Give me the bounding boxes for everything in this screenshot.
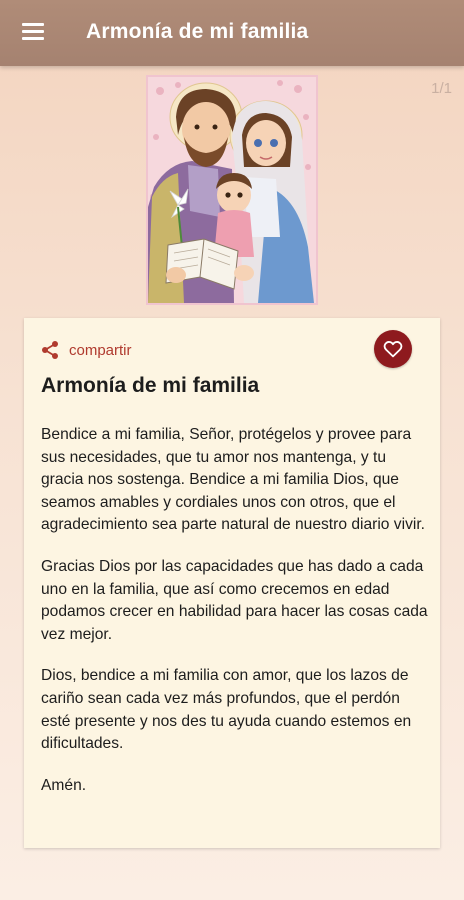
prayer-card: compartir Armonía de mi familia Bendice … <box>24 318 440 848</box>
share-button[interactable]: compartir <box>41 340 132 360</box>
prayer-text: Bendice a mi familia, Señor, protégelos … <box>41 424 431 797</box>
prayer-paragraph: Gracias Dios por las capacidades que has… <box>41 557 428 643</box>
heart-outline-icon <box>383 341 403 358</box>
holy-family-illustration <box>146 75 318 305</box>
favorite-button[interactable] <box>374 330 412 368</box>
prayer-title: Armonía de mi familia <box>41 374 260 397</box>
menu-icon-bar <box>22 30 44 33</box>
holy-family-image <box>148 77 316 303</box>
share-label: compartir <box>69 341 132 359</box>
prayer-paragraph: Dios, bendice a mi familia con amor, que… <box>41 667 412 753</box>
menu-icon-bar <box>22 37 44 40</box>
app-bar: Armonía de mi familia <box>0 0 464 66</box>
page-indicator: 1/1 <box>431 80 452 97</box>
page-title: Armonía de mi familia <box>86 20 309 43</box>
prayer-paragraph: Bendice a mi familia, Señor, protégelos … <box>41 426 425 534</box>
share-icon <box>42 341 58 359</box>
menu-icon-bar <box>22 23 44 26</box>
prayer-closing: Amén. <box>41 776 87 794</box>
menu-button[interactable] <box>22 21 46 41</box>
